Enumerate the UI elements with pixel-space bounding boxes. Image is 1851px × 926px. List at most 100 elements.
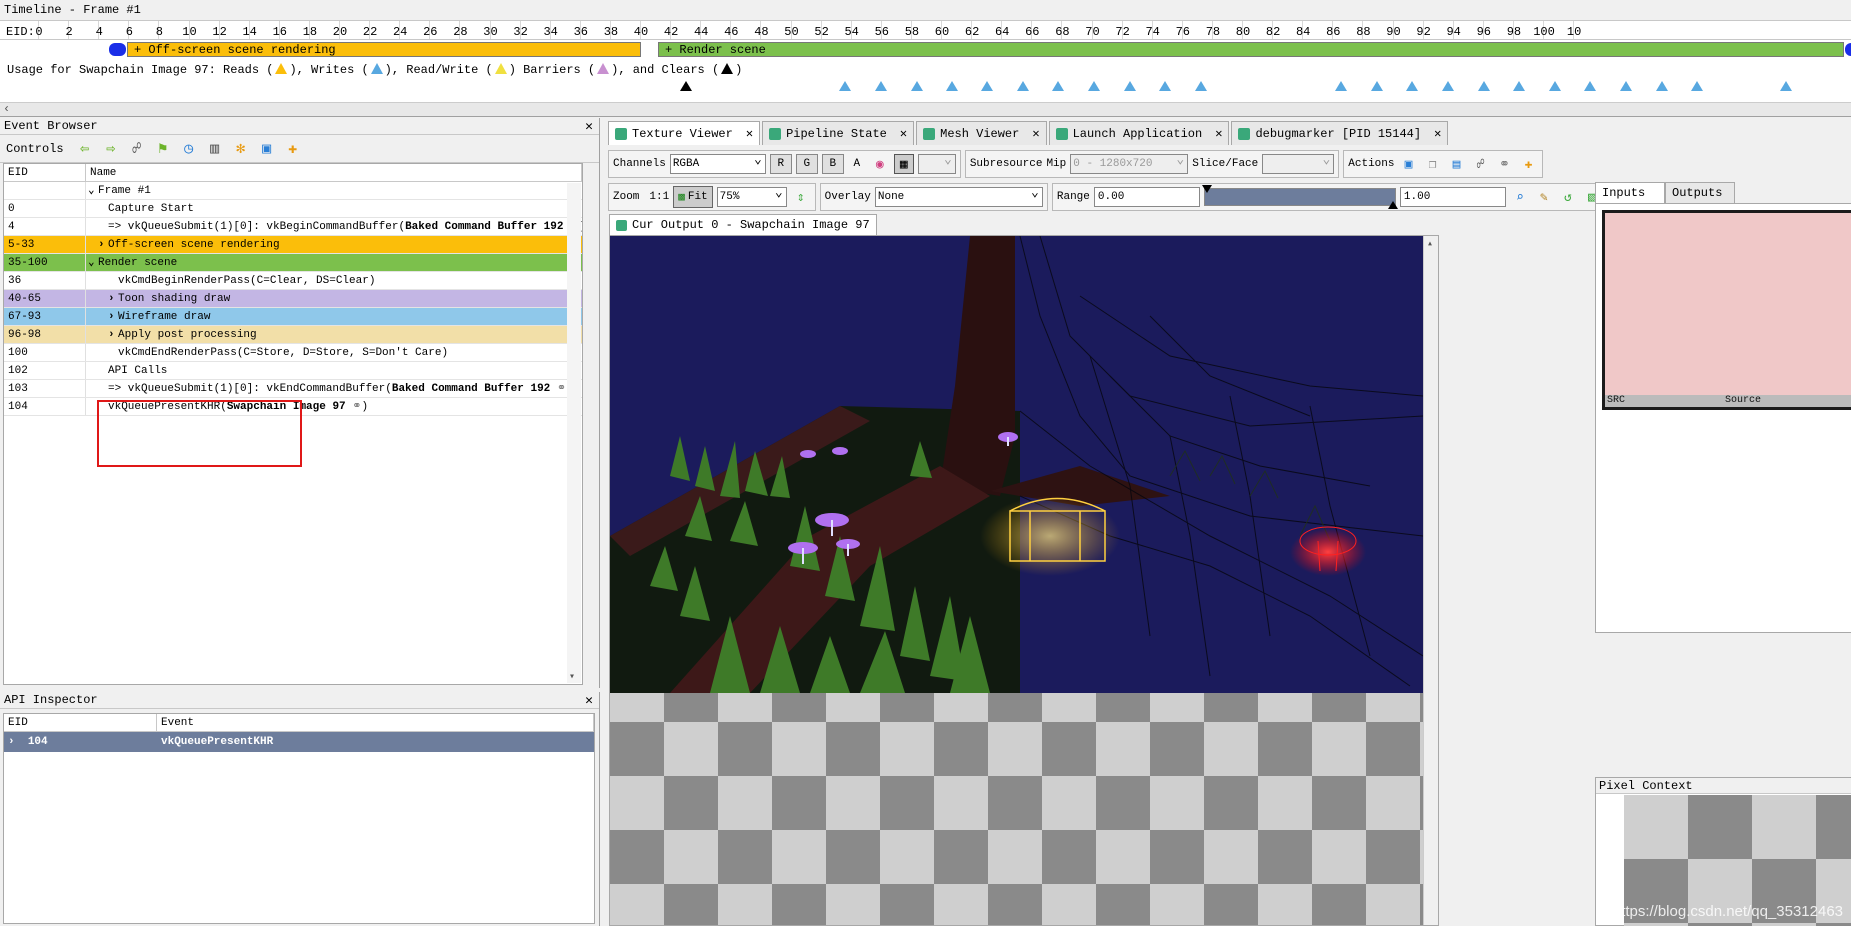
close-icon[interactable]: ✕: [900, 123, 907, 145]
col-eid-header[interactable]: EID: [4, 164, 86, 181]
zoom-range-icon[interactable]: ⌕: [1510, 187, 1530, 207]
api-inspector-row[interactable]: › 104 vkQueuePresentKHR: [4, 732, 594, 752]
bookmark-flag-icon[interactable]: ⚑: [152, 138, 174, 160]
puzzle-icon[interactable]: ✚: [282, 138, 304, 160]
resource-link-text[interactable]: Baked Command Buffer 192: [405, 221, 563, 233]
arrow-left-icon[interactable]: ⇦: [74, 138, 96, 160]
write-marker[interactable]: [875, 81, 887, 91]
output-tab[interactable]: Cur Output 0 - Swapchain Image 97: [609, 214, 877, 235]
scroll-left-icon[interactable]: ‹: [3, 102, 10, 116]
write-marker[interactable]: [1549, 81, 1561, 91]
color-wheel-icon[interactable]: ◉: [870, 154, 890, 174]
copy-icon[interactable]: ❐: [1422, 154, 1442, 174]
tab-outputs[interactable]: Outputs: [1665, 182, 1735, 203]
write-marker[interactable]: [1513, 81, 1525, 91]
timeline-bar-render[interactable]: + Render scene: [658, 42, 1844, 57]
write-marker[interactable]: [1371, 81, 1383, 91]
scroll-down-icon[interactable]: ▾: [569, 671, 575, 683]
event-row[interactable]: 35-100 ⌄ Render scene: [4, 254, 582, 272]
channel-extra-select[interactable]: [917, 151, 956, 174]
zoom-select[interactable]: 75%: [716, 184, 787, 207]
chevron-down-icon[interactable]: ⌄: [88, 182, 98, 199]
frame-marker-end[interactable]: [1845, 43, 1851, 56]
close-icon[interactable]: ✕: [1434, 123, 1441, 145]
write-marker[interactable]: [1159, 81, 1171, 91]
event-row[interactable]: 4 => vkQueueSubmit(1)[0]: vkBeginCommandB…: [4, 218, 582, 236]
texture-canvas[interactable]: ▴: [609, 235, 1439, 926]
timeline-ruler[interactable]: EID: 0 2 4 6 8 10 12 14 16 18 20 22 24 26 28 30 32 34 36 38…: [0, 21, 1851, 40]
write-marker[interactable]: [1124, 81, 1136, 91]
save-texture-icon[interactable]: ▣: [1398, 154, 1418, 174]
write-marker[interactable]: [1406, 81, 1418, 91]
range-min-input[interactable]: 0.00: [1093, 187, 1200, 207]
puzzle-icon[interactable]: ✚: [1518, 154, 1538, 174]
col-name-header[interactable]: Name: [86, 164, 582, 181]
chevron-right-icon[interactable]: ›: [8, 736, 15, 748]
clear-marker[interactable]: [680, 81, 692, 91]
settings-gear-icon[interactable]: ✻: [230, 138, 252, 160]
chevron-down-icon[interactable]: ⌄: [88, 254, 98, 271]
scroll-up-icon[interactable]: ▴: [1427, 238, 1433, 250]
event-row[interactable]: 0 Capture Start: [4, 200, 582, 218]
write-marker[interactable]: [1335, 81, 1347, 91]
save-icon[interactable]: ▣: [256, 138, 278, 160]
tab-pipeline-state[interactable]: Pipeline State ✕: [762, 121, 915, 145]
write-marker[interactable]: [1620, 81, 1632, 91]
event-tree[interactable]: EID Name ⌄ Frame #1 0 Capture Start 4 => vkQu…: [3, 163, 583, 685]
mip-select[interactable]: 0 - 1280x720: [1070, 151, 1189, 174]
write-marker[interactable]: [1478, 81, 1490, 91]
write-marker[interactable]: [1195, 81, 1207, 91]
columns-icon[interactable]: ▥: [204, 138, 226, 160]
api-col-event-header[interactable]: Event: [157, 714, 594, 731]
write-marker[interactable]: [1088, 81, 1100, 91]
close-icon[interactable]: ✕: [1215, 123, 1222, 145]
write-marker[interactable]: [1052, 81, 1064, 91]
event-row[interactable]: 104 vkQueuePresentKHR(Swapchain Image 97 …: [4, 398, 582, 416]
tab-texture-viewer[interactable]: Texture Viewer ✕: [608, 121, 761, 145]
source-thumbnail[interactable]: SRC Source: [1602, 210, 1851, 410]
event-row[interactable]: ⌄ Frame #1: [4, 182, 582, 200]
resource-link-text[interactable]: Baked Command Buffer 192: [392, 383, 550, 395]
canvas-scrollbar[interactable]: ▴: [1423, 236, 1438, 925]
close-icon[interactable]: ✕: [1032, 123, 1039, 145]
channel-b-toggle[interactable]: B: [821, 154, 844, 174]
tab-launch-application[interactable]: Launch Application ✕: [1048, 121, 1230, 145]
close-icon[interactable]: ✕: [585, 692, 593, 709]
event-row[interactable]: 40-65 › Toon shading draw: [4, 290, 582, 308]
reset-range-icon[interactable]: ↺: [1558, 187, 1578, 207]
write-marker[interactable]: [1656, 81, 1668, 91]
overlay-select[interactable]: None: [874, 184, 1043, 207]
range-slider[interactable]: [1201, 185, 1398, 209]
write-marker[interactable]: [911, 81, 923, 91]
write-marker[interactable]: [1442, 81, 1454, 91]
range-max-input[interactable]: 1.00: [1399, 187, 1506, 207]
chevron-right-icon[interactable]: ›: [108, 308, 118, 325]
timing-clock-icon[interactable]: ◷: [178, 138, 200, 160]
link-icon[interactable]: ⚭: [346, 401, 361, 413]
event-row[interactable]: 103 => vkQueueSubmit(1)[0]: vkEndCommandB…: [4, 380, 582, 398]
channels-select[interactable]: RGBA: [669, 151, 766, 174]
write-marker[interactable]: [946, 81, 958, 91]
timeline-bar-offscreen[interactable]: + Off-screen scene rendering: [127, 42, 641, 57]
slice-face-select[interactable]: [1262, 151, 1335, 174]
event-row[interactable]: 96-98 › Apply post processing: [4, 326, 582, 344]
write-marker[interactable]: [981, 81, 993, 91]
event-row[interactable]: 102 API Calls: [4, 362, 582, 380]
open-texture-icon[interactable]: ▤: [1446, 154, 1466, 174]
tab-debugmarker[interactable]: debugmarker [PID 15144] ✕: [1231, 121, 1449, 145]
fit-button[interactable]: ▩ Fit: [673, 186, 713, 208]
tab-inputs[interactable]: Inputs: [1595, 182, 1665, 203]
rendered-scene-image[interactable]: [610, 236, 1423, 693]
event-row[interactable]: 67-93 › Wireframe draw: [4, 308, 582, 326]
timeline-scrollbar[interactable]: ‹: [0, 102, 1851, 116]
close-icon[interactable]: ✕: [585, 118, 593, 135]
event-tree-scrollbar[interactable]: ▾: [567, 183, 581, 683]
arrow-right-icon[interactable]: ⇨: [100, 138, 122, 160]
event-row[interactable]: 36 vkCmdBeginRenderPass(C=Clear, DS=Clear…: [4, 272, 582, 290]
chevron-right-icon[interactable]: ›: [108, 326, 118, 343]
write-marker[interactable]: [1017, 81, 1029, 91]
frame-marker[interactable]: [109, 43, 126, 56]
zoom-1-1-button[interactable]: 1:1: [649, 191, 669, 203]
find-binoculars-icon[interactable]: ☍: [126, 138, 148, 160]
chevron-right-icon[interactable]: ›: [98, 236, 108, 253]
